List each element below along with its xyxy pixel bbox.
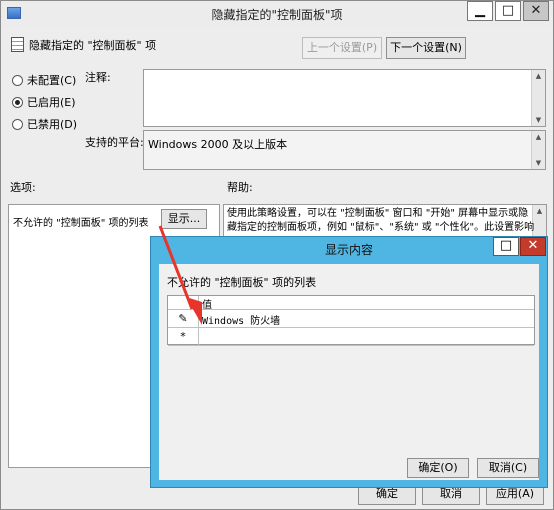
arrow-shaft <box>158 225 194 310</box>
annotation-arrow <box>158 225 202 325</box>
